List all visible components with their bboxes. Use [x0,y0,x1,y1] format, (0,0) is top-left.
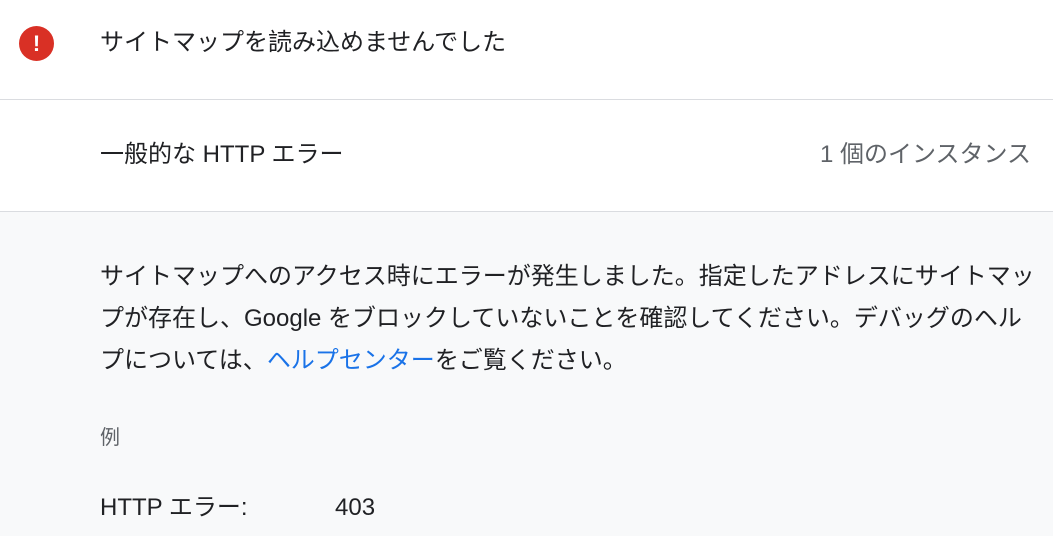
description-line: サイトマップへのアクセス時にエラーが発生しました。指定したアドレスにサイトマッ [100,263,1035,290]
error-exclamation-icon: ! [19,26,54,61]
example-key: HTTP エラー: [100,494,248,521]
example-value: 403 [335,494,376,521]
description-text: をご覧ください。 [434,347,627,374]
example-label: 例 [100,427,120,449]
description-line: プについては、ヘルプセンターをご覧ください。 [100,340,1053,382]
help-center-link[interactable]: ヘルプセンター [267,347,435,374]
error-description: サイトマップへのアクセス時にエラーが発生しました。指定したアドレスにサイトマッ … [100,256,1053,382]
issue-title: 一般的な HTTP エラー [100,141,344,168]
instance-count: 1 個のインスタンス [820,141,1032,168]
description-line: プが存在し、Google をブロックしていないことを確認してください。デバッグの… [100,305,1022,332]
issue-row[interactable]: 一般的な HTTP エラー 1 個のインスタンス [0,100,1053,212]
description-text: プについては、 [100,347,267,374]
error-title: サイトマップを読み込めませんでした [100,29,507,56]
error-header: ! サイトマップを読み込めませんでした [0,0,1053,100]
issue-detail: サイトマップへのアクセス時にエラーが発生しました。指定したアドレスにサイトマッ … [0,212,1053,536]
sitemap-error-panel: ! サイトマップを読み込めませんでした 一般的な HTTP エラー 1 個のイン… [0,0,1053,536]
